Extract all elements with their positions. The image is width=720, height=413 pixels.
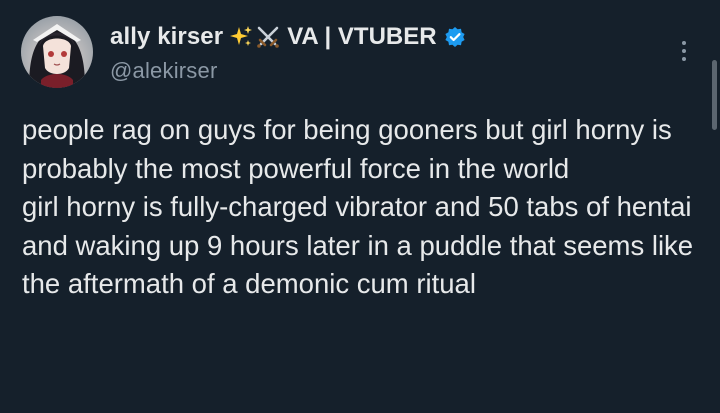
more-dot [682,41,686,45]
author-name-row[interactable]: ally kirser VA | VTUBER [110,20,640,54]
more-options-icon[interactable] [673,36,695,66]
crossed-swords-icon [255,24,281,50]
scrollbar[interactable] [712,60,717,130]
avatar[interactable] [21,16,93,88]
tweet: ally kirser VA | VTUBER @alekirser peopl… [0,0,720,413]
author-display-name[interactable]: ally kirser [110,23,223,51]
verified-badge-icon[interactable] [444,26,466,48]
tweet-paragraph: people rag on guys for being gooners but… [22,114,680,184]
tweet-paragraph: girl horny is fully-charged vibrator and… [22,191,701,299]
tweet-text: people rag on guys for being gooners but… [22,111,702,304]
sparkles-icon [229,25,253,49]
more-dot [682,57,686,61]
more-dot [682,49,686,53]
author-handle[interactable]: @alekirser [110,58,640,84]
tweet-header: ally kirser VA | VTUBER @alekirser [110,20,640,84]
author-name-suffix[interactable]: VA | VTUBER [287,23,436,51]
